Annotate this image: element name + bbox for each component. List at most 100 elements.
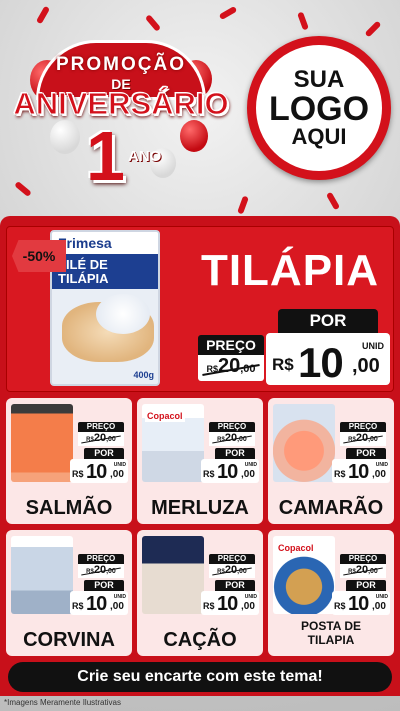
new-price: R$ 10 ,00 UNID <box>70 459 128 483</box>
logo-line2: LOGO <box>268 90 370 128</box>
new-dec: ,00 <box>372 469 386 480</box>
logo-placeholder: SUA LOGO AQUI <box>247 36 391 180</box>
por-label: POR <box>84 448 124 459</box>
pack-title: FILÉ DE TILÁPIA <box>52 254 158 290</box>
new-int: 10 <box>217 593 238 615</box>
new-dec: ,00 <box>352 355 380 377</box>
product-name-line2: TILAPIA <box>307 633 355 648</box>
preco-label: PREÇO <box>340 554 386 564</box>
old-price: R$20,00 <box>340 432 386 446</box>
new-dec: ,00 <box>110 469 124 480</box>
product-card-salmao: PREÇO R$20,00 POR R$ 10 ,00 UNID SALMÃO <box>6 398 132 524</box>
old-price: R$20,00 <box>209 432 255 446</box>
new-int: 10 <box>217 461 238 483</box>
new-price: R$ 10 ,00 UNID <box>266 333 390 386</box>
ano-label: ANO <box>128 148 162 165</box>
new-int: 10 <box>348 461 369 483</box>
new-currency: R$ <box>203 469 215 479</box>
product-card-cacao: PREÇO R$20,00 POR R$ 10 ,00 UNID CAÇÃO <box>137 530 263 656</box>
new-dec: ,00 <box>110 601 124 612</box>
product-name: MERLUZA <box>151 497 249 519</box>
new-int: 10 <box>348 593 369 615</box>
unit-label: UNID <box>244 462 257 468</box>
new-int: 10 <box>298 339 344 386</box>
pack-brand: Frimesa <box>52 232 158 254</box>
preco-label: PREÇO <box>198 335 264 355</box>
new-price: R$ 10 ,00 UNID <box>201 591 259 615</box>
new-price: R$ 10 ,00 UNID <box>332 591 390 615</box>
product-image <box>273 404 335 482</box>
preco-label: PREÇO <box>78 422 124 432</box>
preco-label: PREÇO <box>209 554 255 564</box>
product-name-line1: POSTA DE <box>300 619 361 634</box>
por-label: POR <box>84 580 124 591</box>
confetti-decoration <box>218 5 238 21</box>
por-label: POR <box>215 580 255 591</box>
unit-label: UNID <box>375 594 388 600</box>
pack-title-line2: TILÁPIA <box>58 270 109 286</box>
product-name: CAÇÃO <box>163 629 237 651</box>
logo-line1: SUA <box>293 66 345 93</box>
logo-line3: AQUI <box>291 124 347 149</box>
hero-product-name: TILÁPIA <box>200 246 380 295</box>
product-card-camarao: PREÇO R$20,00 POR R$ 10 ,00 UNID CAMARÃO <box>268 398 394 524</box>
new-price: R$ 10 ,00 UNID <box>70 591 128 615</box>
preco-label: PREÇO <box>340 422 386 432</box>
por-label: POR <box>346 448 386 459</box>
product-image <box>142 536 204 614</box>
por-label: POR <box>215 448 255 459</box>
create-flyer-button[interactable]: Crie seu encarte com este tema! <box>8 662 392 692</box>
confetti-decoration <box>237 195 249 215</box>
product-name: SALMÃO <box>25 497 113 519</box>
flyer-page: PROMOÇÃO DE ANIVERSÁRIO 1 ANO SUA LOGO A… <box>0 0 400 711</box>
old-price: R$20,00 <box>340 564 386 578</box>
por-label: POR <box>346 580 386 591</box>
new-currency: R$ <box>72 601 84 611</box>
new-price: R$ 10 ,00 UNID <box>332 459 390 483</box>
new-currency: R$ <box>72 469 84 479</box>
product-brand: Copacol <box>145 410 185 422</box>
product-package-image: Frimesa FILÉ DE TILÁPIA 400g <box>50 230 160 386</box>
new-currency: R$ <box>272 355 294 374</box>
confetti-decoration <box>35 5 51 25</box>
new-dec: ,00 <box>241 469 255 480</box>
old-price: R$ 20 ,00 <box>198 355 264 381</box>
new-currency: R$ <box>334 469 346 479</box>
product-name: POSTA DE TILAPIA <box>268 620 394 648</box>
preco-label: PREÇO <box>78 554 124 564</box>
new-dec: ,00 <box>241 601 255 612</box>
new-currency: R$ <box>334 601 346 611</box>
plate-illustration <box>96 294 150 334</box>
new-dec: ,00 <box>372 601 386 612</box>
unit-label: UNID <box>113 594 126 600</box>
old-int: 20 <box>217 355 241 377</box>
confetti-decoration <box>297 11 309 31</box>
preco-label: PREÇO <box>209 422 255 432</box>
promo-label: PROMOÇÃO <box>56 54 186 75</box>
pack-weight: 400g <box>133 370 154 380</box>
confetti-decoration <box>325 191 341 211</box>
old-price: R$20,00 <box>209 564 255 578</box>
old-price: R$20,00 <box>78 432 124 446</box>
confetti-decoration <box>364 20 382 38</box>
old-price: R$20,00 <box>78 564 124 578</box>
anniversary-number: 1 <box>86 117 125 195</box>
product-brand: Copacol <box>276 542 316 554</box>
por-label: POR <box>278 309 378 333</box>
new-int: 10 <box>86 461 107 483</box>
product-card-posta-tilapia: Copacol PREÇO R$20,00 POR R$ 10 ,00 UNID… <box>268 530 394 656</box>
confetti-decoration <box>144 14 162 32</box>
product-image <box>11 536 73 614</box>
discount-badge: -50% <box>12 240 66 272</box>
unit-label: UNID <box>375 462 388 468</box>
unit-label: UNID <box>113 462 126 468</box>
product-card-merluza: Copacol PREÇO R$20,00 POR R$ 10 ,00 UNID… <box>137 398 263 524</box>
product-name: CORVINA <box>23 629 115 651</box>
unit-label: UNID <box>362 341 384 351</box>
new-price: R$ 10 ,00 UNID <box>201 459 259 483</box>
product-name: CAMARÃO <box>278 497 384 519</box>
new-currency: R$ <box>203 601 215 611</box>
unit-label: UNID <box>244 594 257 600</box>
pack-title-line1: FILÉ DE <box>58 257 108 272</box>
product-card-corvina: PREÇO R$20,00 POR R$ 10 ,00 UNID CORVINA <box>6 530 132 656</box>
